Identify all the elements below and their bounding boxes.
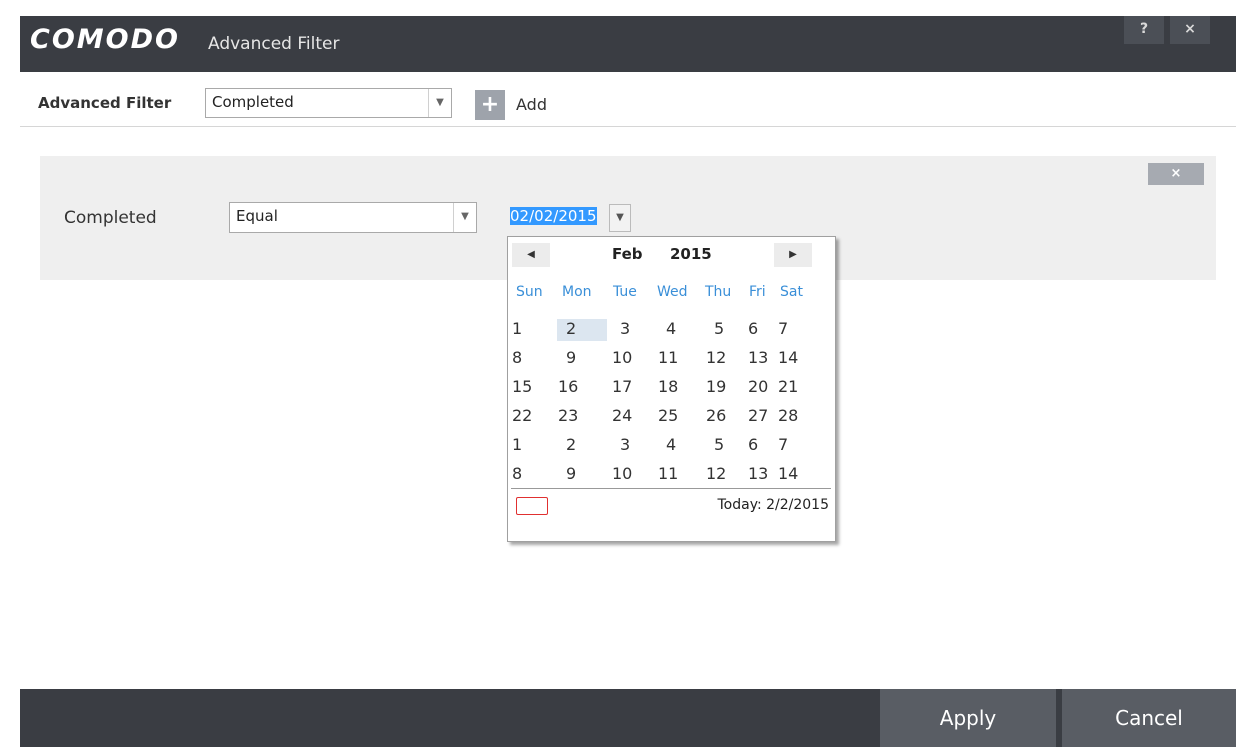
calendar-day[interactable]: 16 (558, 377, 578, 396)
calendar-day[interactable]: 14 (778, 464, 798, 483)
calendar-day[interactable]: 13 (748, 348, 768, 367)
date-month[interactable]: 02 (510, 207, 530, 225)
today-marker-icon[interactable] (516, 497, 548, 515)
add-icon[interactable]: + (475, 90, 505, 120)
filter-toolbar: Advanced Filter (20, 72, 1236, 127)
calendar-day[interactable]: 4 (666, 319, 676, 338)
calendar-day[interactable]: 8 (512, 464, 522, 483)
operator-dropdown[interactable]: Equal ▼ (229, 202, 477, 233)
weekday-header: Tue (613, 284, 637, 300)
calendar-day[interactable]: 6 (748, 319, 758, 338)
weekday-header: Wed (657, 284, 688, 300)
dialog-footer: Apply Cancel (20, 689, 1236, 747)
calendar-day[interactable]: 2 (566, 319, 576, 338)
weekday-header: Thu (705, 284, 732, 300)
weekday-header: Sun (516, 284, 543, 300)
filter-type-value: Completed (212, 93, 294, 111)
calendar-day[interactable]: 14 (778, 348, 798, 367)
calendar-day[interactable]: 18 (658, 377, 678, 396)
weekday-header: Mon (562, 284, 592, 300)
date-picker-input[interactable]: 02/02/2015 ▼ (510, 204, 631, 232)
today-link[interactable]: Today: 2/2/2015 (717, 497, 829, 513)
calendar-month: Feb (612, 245, 643, 263)
calendar-day[interactable]: 10 (612, 348, 632, 367)
calendar-day[interactable]: 15 (512, 377, 532, 396)
calendar-day[interactable]: 2 (566, 435, 576, 454)
calendar-day[interactable]: 6 (748, 435, 758, 454)
calendar-day[interactable]: 12 (706, 464, 726, 483)
window-title: Advanced Filter (208, 34, 340, 54)
calendar-day[interactable]: 3 (620, 435, 630, 454)
next-month-icon[interactable]: ▶ (774, 243, 812, 267)
calendar-day[interactable]: 26 (706, 406, 726, 425)
calendar-dropdown-icon[interactable]: ▼ (609, 204, 631, 232)
cancel-button[interactable]: Cancel (1062, 689, 1236, 747)
apply-button[interactable]: Apply (880, 689, 1056, 747)
condition-field-label: Completed (64, 208, 157, 228)
calendar-day[interactable]: 5 (714, 435, 724, 454)
calendar-day[interactable]: 23 (558, 406, 578, 425)
calendar-day[interactable]: 1 (512, 435, 522, 454)
advanced-filter-label: Advanced Filter (38, 94, 172, 112)
calendar-day[interactable]: 28 (778, 406, 798, 425)
calendar-year[interactable]: 2015 (670, 245, 712, 263)
calendar-day[interactable]: 25 (658, 406, 678, 425)
advanced-filter-window: COMODO Advanced Filter ? × Advanced Filt… (20, 16, 1236, 747)
calendar-popup: ◀ Feb 2015 ▶ Today: 2/2/2015 Sun Mon Tue We… (507, 236, 836, 542)
calendar-day[interactable]: 7 (778, 435, 788, 454)
operator-value: Equal (236, 207, 278, 225)
calendar-day[interactable]: 10 (612, 464, 632, 483)
calendar-day[interactable]: 5 (714, 319, 724, 338)
close-window-button[interactable]: × (1170, 16, 1210, 44)
comodo-logo: COMODO (30, 24, 180, 55)
calendar-day[interactable]: 8 (512, 348, 522, 367)
calendar-day[interactable]: 20 (748, 377, 768, 396)
add-button[interactable]: Add (516, 95, 547, 114)
date-day[interactable]: 02 (534, 207, 554, 225)
date-year[interactable]: 2015 (558, 207, 597, 225)
calendar-day[interactable]: 17 (612, 377, 632, 396)
calendar-day[interactable]: 13 (748, 464, 768, 483)
calendar-day[interactable]: 4 (666, 435, 676, 454)
selected-day-highlight (557, 319, 607, 341)
weekday-header: Fri (749, 284, 766, 300)
chevron-down-icon: ▼ (453, 203, 476, 232)
calendar-day[interactable]: 9 (566, 348, 576, 367)
calendar-day[interactable]: 11 (658, 348, 678, 367)
remove-condition-button[interactable]: × (1148, 163, 1204, 185)
calendar-day[interactable]: 11 (658, 464, 678, 483)
calendar-day[interactable]: 22 (512, 406, 532, 425)
calendar-day[interactable]: 24 (612, 406, 632, 425)
title-bar: COMODO Advanced Filter ? × (20, 16, 1236, 72)
calendar-day[interactable]: 21 (778, 377, 798, 396)
chevron-down-icon: ▼ (428, 89, 451, 117)
calendar-day[interactable]: 1 (512, 319, 522, 338)
calendar-divider (511, 488, 831, 489)
calendar-day[interactable]: 7 (778, 319, 788, 338)
calendar-day[interactable]: 3 (620, 319, 630, 338)
prev-month-icon[interactable]: ◀ (512, 243, 550, 267)
calendar-day[interactable]: 27 (748, 406, 768, 425)
calendar-day[interactable]: 9 (566, 464, 576, 483)
calendar-day[interactable]: 19 (706, 377, 726, 396)
filter-type-dropdown[interactable]: Completed ▼ (205, 88, 452, 118)
help-button[interactable]: ? (1124, 16, 1164, 44)
weekday-header: Sat (780, 284, 803, 300)
calendar-day[interactable]: 12 (706, 348, 726, 367)
